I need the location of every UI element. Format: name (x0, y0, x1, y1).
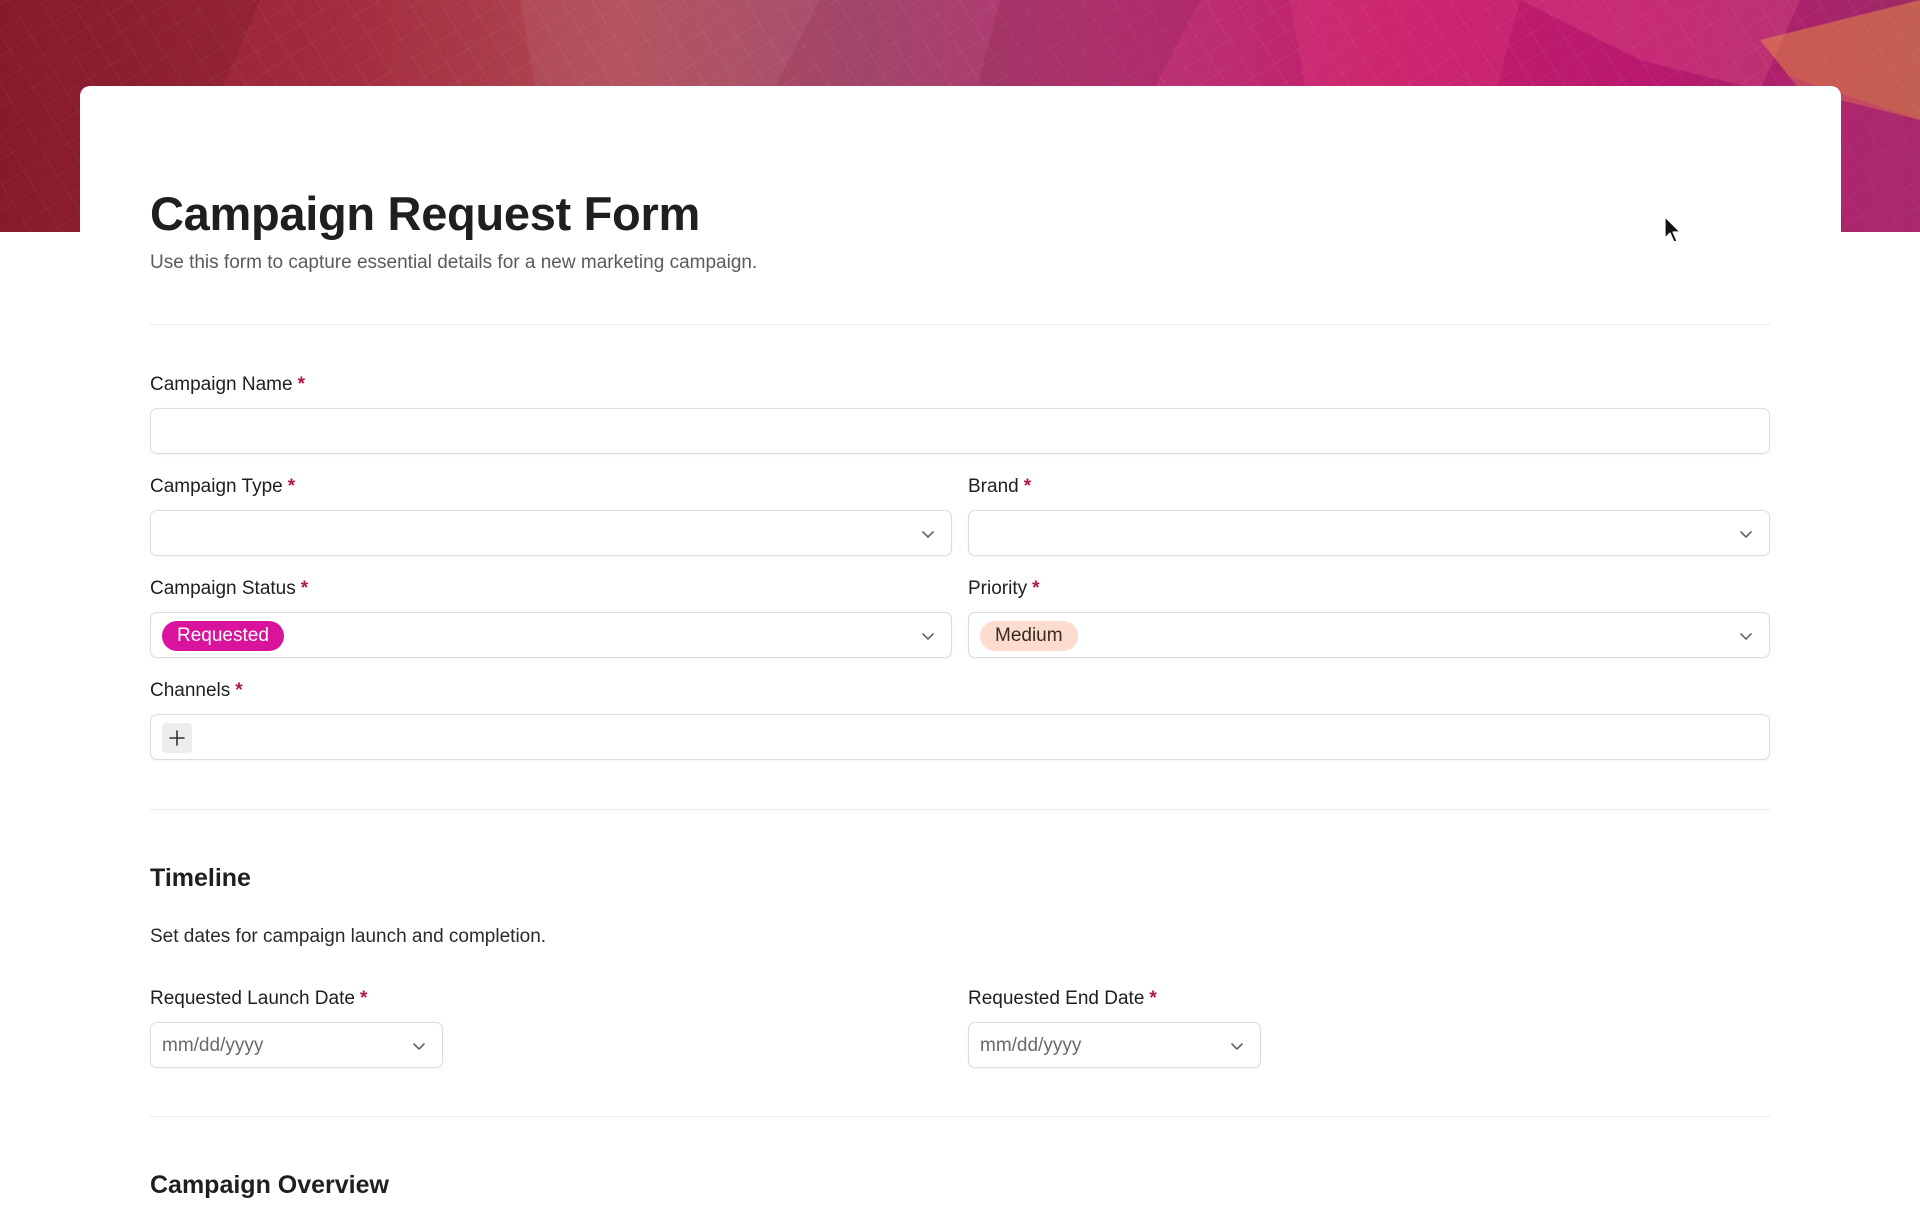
campaign-status-select[interactable]: Requested (150, 612, 952, 658)
chevron-down-icon (922, 633, 934, 640)
required-marker: * (287, 476, 296, 497)
divider (150, 324, 1770, 325)
add-channel-button[interactable] (162, 723, 192, 753)
end-date-label: Requested End Date * (968, 988, 1157, 1009)
brand-label: Brand * (968, 476, 1032, 497)
channels-label: Channels * (150, 680, 243, 701)
form-title: Campaign Request Form (150, 187, 700, 240)
required-marker: * (1032, 578, 1040, 599)
end-date-picker[interactable]: mm/dd/yyyy (968, 1022, 1261, 1068)
priority-select[interactable]: Medium (968, 612, 1770, 658)
chevron-down-icon (413, 1043, 425, 1050)
required-marker: * (1023, 476, 1032, 497)
required-marker: * (1149, 988, 1157, 1009)
campaign-type-select[interactable] (150, 510, 952, 556)
plus-icon (169, 730, 185, 746)
divider (150, 1116, 1770, 1117)
launch-date-label: Requested Launch Date * (150, 988, 368, 1009)
required-marker: * (359, 988, 368, 1009)
launch-date-picker[interactable]: mm/dd/yyyy (150, 1022, 443, 1068)
status-badge: Requested (162, 621, 284, 651)
campaign-status-label: Campaign Status * (150, 578, 309, 599)
brand-select[interactable] (968, 510, 1770, 556)
channels-field[interactable] (150, 714, 1770, 760)
launch-date-placeholder: mm/dd/yyyy (162, 1035, 264, 1056)
priority-badge: Medium (980, 621, 1078, 651)
required-marker: * (300, 578, 309, 599)
timeline-heading: Timeline (150, 864, 251, 892)
priority-label: Priority * (968, 578, 1040, 599)
required-marker: * (235, 680, 243, 701)
timeline-description: Set dates for campaign launch and comple… (150, 926, 547, 947)
divider (150, 809, 1770, 810)
chevron-down-icon (1231, 1043, 1243, 1050)
end-date-placeholder: mm/dd/yyyy (980, 1035, 1082, 1056)
campaign-name-field[interactable] (150, 408, 1770, 454)
campaign-name-input[interactable] (151, 409, 1769, 453)
form-subtitle: Use this form to capture essential detai… (150, 252, 758, 273)
chevron-down-icon (1740, 531, 1752, 538)
chevron-down-icon (1740, 633, 1752, 640)
campaign-overview-heading: Campaign Overview (150, 1171, 389, 1199)
required-marker: * (297, 374, 305, 395)
chevron-down-icon (922, 531, 934, 538)
campaign-name-label: Campaign Name * (150, 374, 305, 395)
campaign-type-label: Campaign Type * (150, 476, 296, 497)
mouse-cursor-icon (1664, 216, 1681, 243)
